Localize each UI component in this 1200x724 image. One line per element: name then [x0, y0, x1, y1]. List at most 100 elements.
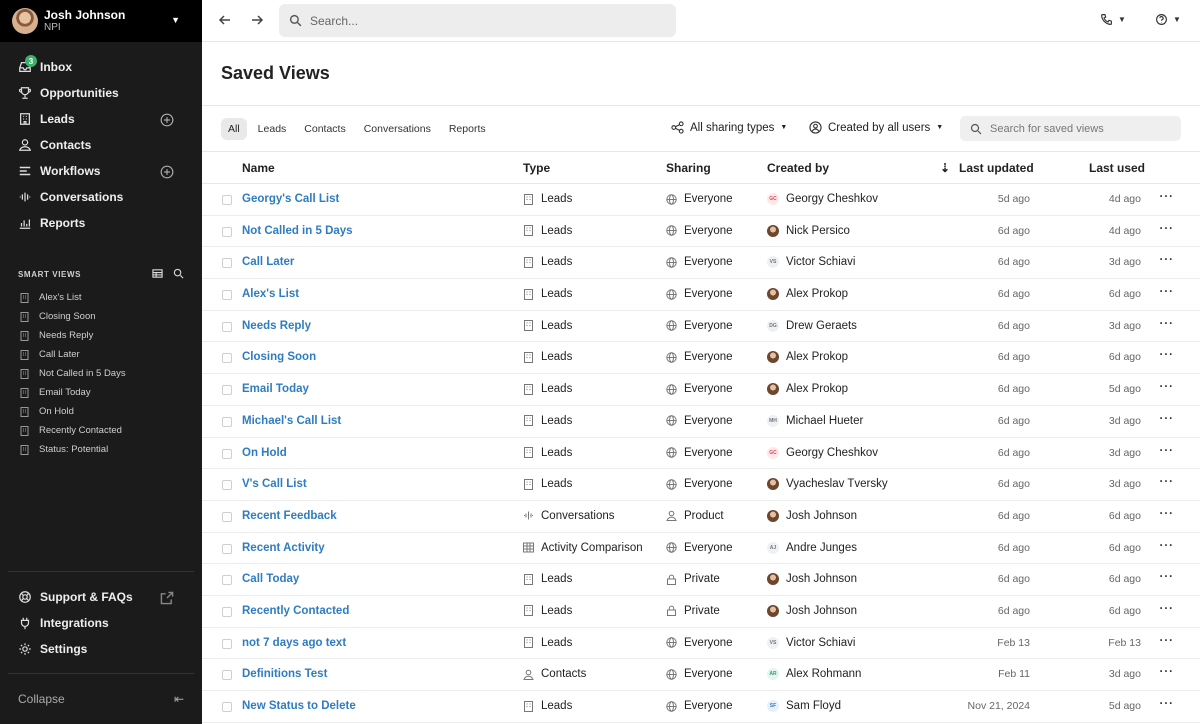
smart-view-item[interactable]: Closing Soon — [0, 307, 202, 326]
table-row[interactable]: New Status to Delete Leads Everyone SF Sam F… — [202, 691, 1200, 723]
view-name-link[interactable]: Closing Soon — [242, 351, 316, 363]
sidebar-item-contacts[interactable]: Contacts — [0, 132, 202, 158]
table-row[interactable]: Recent Feedback Conversations Product Josh … — [202, 501, 1200, 533]
tab-conversations[interactable]: Conversations — [357, 118, 438, 140]
view-name-link[interactable]: Definitions Test — [242, 668, 327, 680]
view-name-link[interactable]: New Status to Delete — [242, 700, 356, 712]
row-checkbox[interactable] — [222, 543, 232, 554]
column-sharing[interactable]: Sharing — [666, 161, 711, 175]
row-checkbox[interactable] — [222, 511, 232, 522]
row-checkbox[interactable] — [222, 226, 232, 237]
sidebar-item-integrations[interactable]: Integrations — [0, 610, 202, 636]
row-checkbox[interactable] — [222, 416, 232, 427]
row-checkbox[interactable] — [222, 353, 232, 364]
row-checkbox[interactable] — [222, 670, 232, 681]
tab-all[interactable]: All — [221, 118, 247, 140]
more-options-icon[interactable]: ··· — [1160, 603, 1175, 615]
tab-reports[interactable]: Reports — [442, 118, 493, 140]
more-options-icon[interactable]: ··· — [1160, 540, 1175, 552]
more-options-icon[interactable]: ··· — [1160, 635, 1175, 647]
more-options-icon[interactable]: ··· — [1160, 476, 1175, 488]
smart-view-item[interactable]: Not Called in 5 Days — [0, 364, 202, 383]
row-checkbox[interactable] — [222, 258, 232, 269]
sharing-filter[interactable]: All sharing types ▼ — [671, 121, 787, 134]
row-checkbox[interactable] — [222, 195, 232, 205]
row-checkbox[interactable] — [222, 290, 232, 301]
more-options-icon[interactable]: ··· — [1160, 508, 1175, 520]
more-options-icon[interactable]: ··· — [1160, 223, 1175, 235]
sidebar-item-support[interactable]: Support & FAQs — [0, 584, 202, 610]
column-last-used[interactable]: Last used — [1089, 161, 1145, 175]
row-checkbox[interactable] — [222, 448, 232, 459]
table-row[interactable]: Call Later Leads Everyone VS Victor Schiavi 6… — [202, 247, 1200, 280]
table-row[interactable]: Email Today Leads Everyone Alex Prokop 6d ag… — [202, 374, 1200, 406]
more-options-icon[interactable]: ··· — [1160, 413, 1175, 425]
view-name-link[interactable]: Needs Reply — [242, 320, 311, 332]
forward-arrow-icon[interactable] — [249, 12, 265, 28]
more-options-icon[interactable]: ··· — [1160, 571, 1175, 583]
sidebar-item-leads[interactable]: Leads — [0, 106, 202, 132]
view-name-link[interactable]: Georgy's Call List — [242, 193, 339, 205]
row-checkbox[interactable] — [222, 606, 232, 617]
view-name-link[interactable]: Recent Activity — [242, 542, 325, 554]
global-search-input[interactable]: Search... — [279, 4, 676, 37]
collapse-button[interactable]: Collapse ⇤ — [18, 692, 184, 706]
view-name-link[interactable]: Alex's List — [242, 288, 299, 300]
table-row[interactable]: Closing Soon Leads Everyone Alex Prokop 6d a… — [202, 342, 1200, 375]
view-name-link[interactable]: On Hold — [242, 447, 287, 459]
more-options-icon[interactable]: ··· — [1160, 666, 1175, 678]
column-name[interactable]: Name — [242, 161, 275, 175]
table-row[interactable]: Call Today Leads Private Josh Johnson 6d ago… — [202, 564, 1200, 596]
view-name-link[interactable]: Recently Contacted — [242, 605, 349, 617]
table-row[interactable]: not 7 days ago text Leads Everyone VS Victor… — [202, 628, 1200, 660]
more-options-icon[interactable]: ··· — [1160, 349, 1175, 361]
help-menu[interactable]: ▼ — [1155, 13, 1181, 26]
table-row[interactable]: On Hold Leads Everyone GC Georgy Cheshkov 6d … — [202, 438, 1200, 470]
column-type[interactable]: Type — [523, 161, 550, 175]
row-checkbox[interactable] — [222, 638, 232, 649]
sidebar-item-conversations[interactable]: Conversations — [0, 184, 202, 210]
user-menu[interactable]: Josh Johnson NPI ▼ — [0, 0, 202, 42]
table-row[interactable]: Alex's List Leads Everyone Alex Prokop 6d ag… — [202, 279, 1200, 311]
table-row[interactable]: Recently Contacted Leads Private Josh Johns… — [202, 596, 1200, 628]
view-name-link[interactable]: Call Today — [242, 573, 299, 585]
row-checkbox[interactable] — [222, 321, 232, 332]
table-row[interactable]: Recent Activity Activity Comparison Everyo… — [202, 533, 1200, 565]
more-options-icon[interactable]: ··· — [1160, 191, 1175, 203]
phone-menu[interactable]: ▼ — [1100, 13, 1126, 26]
row-checkbox[interactable] — [222, 385, 232, 396]
view-name-link[interactable]: Call Later — [242, 256, 294, 268]
table-row[interactable]: V's Call List Leads Everyone Vyacheslav Tve… — [202, 469, 1200, 501]
chevron-down-icon[interactable]: ▼ — [171, 15, 180, 25]
sidebar-item-workflows[interactable]: Workflows — [0, 158, 202, 184]
more-options-icon[interactable]: ··· — [1160, 318, 1175, 330]
saved-views-search-input[interactable]: Search for saved views — [960, 116, 1181, 141]
tab-contacts[interactable]: Contacts — [297, 118, 352, 140]
view-name-link[interactable]: Not Called in 5 Days — [242, 225, 353, 237]
view-name-link[interactable]: Email Today — [242, 383, 309, 395]
add-lead-icon[interactable] — [160, 113, 174, 127]
column-created-by[interactable]: Created by — [767, 161, 829, 175]
sidebar-item-reports[interactable]: Reports — [0, 210, 202, 236]
smart-view-item[interactable]: Email Today — [0, 383, 202, 402]
table-row[interactable]: Needs Reply Leads Everyone DG Drew Geraets 6d… — [202, 311, 1200, 343]
tab-leads[interactable]: Leads — [251, 118, 294, 140]
more-options-icon[interactable]: ··· — [1160, 254, 1175, 266]
more-options-icon[interactable]: ··· — [1160, 381, 1175, 393]
sidebar-item-opportunities[interactable]: Opportunities — [0, 80, 202, 106]
view-name-link[interactable]: Michael's Call List — [242, 415, 341, 427]
view-name-link[interactable]: not 7 days ago text — [242, 637, 346, 649]
add-workflow-icon[interactable] — [160, 165, 174, 179]
row-checkbox[interactable] — [222, 480, 232, 491]
table-row[interactable]: Michael's Call List Leads Everyone MH Michae… — [202, 406, 1200, 438]
smart-view-item[interactable]: Call Later — [0, 345, 202, 364]
view-name-link[interactable]: Recent Feedback — [242, 510, 337, 522]
table-icon[interactable] — [152, 268, 163, 279]
sidebar-item-settings[interactable]: Settings — [0, 636, 202, 662]
column-last-updated[interactable]: Last updated — [959, 161, 1034, 175]
table-row[interactable]: Definitions Test Contacts Everyone AR Alex R… — [202, 659, 1200, 691]
row-checkbox[interactable] — [222, 575, 232, 586]
more-options-icon[interactable]: ··· — [1160, 286, 1175, 298]
table-row[interactable]: Georgy's Call List Leads Everyone GC Georgy … — [202, 184, 1200, 216]
smart-view-item[interactable]: Alex's List — [0, 288, 202, 307]
